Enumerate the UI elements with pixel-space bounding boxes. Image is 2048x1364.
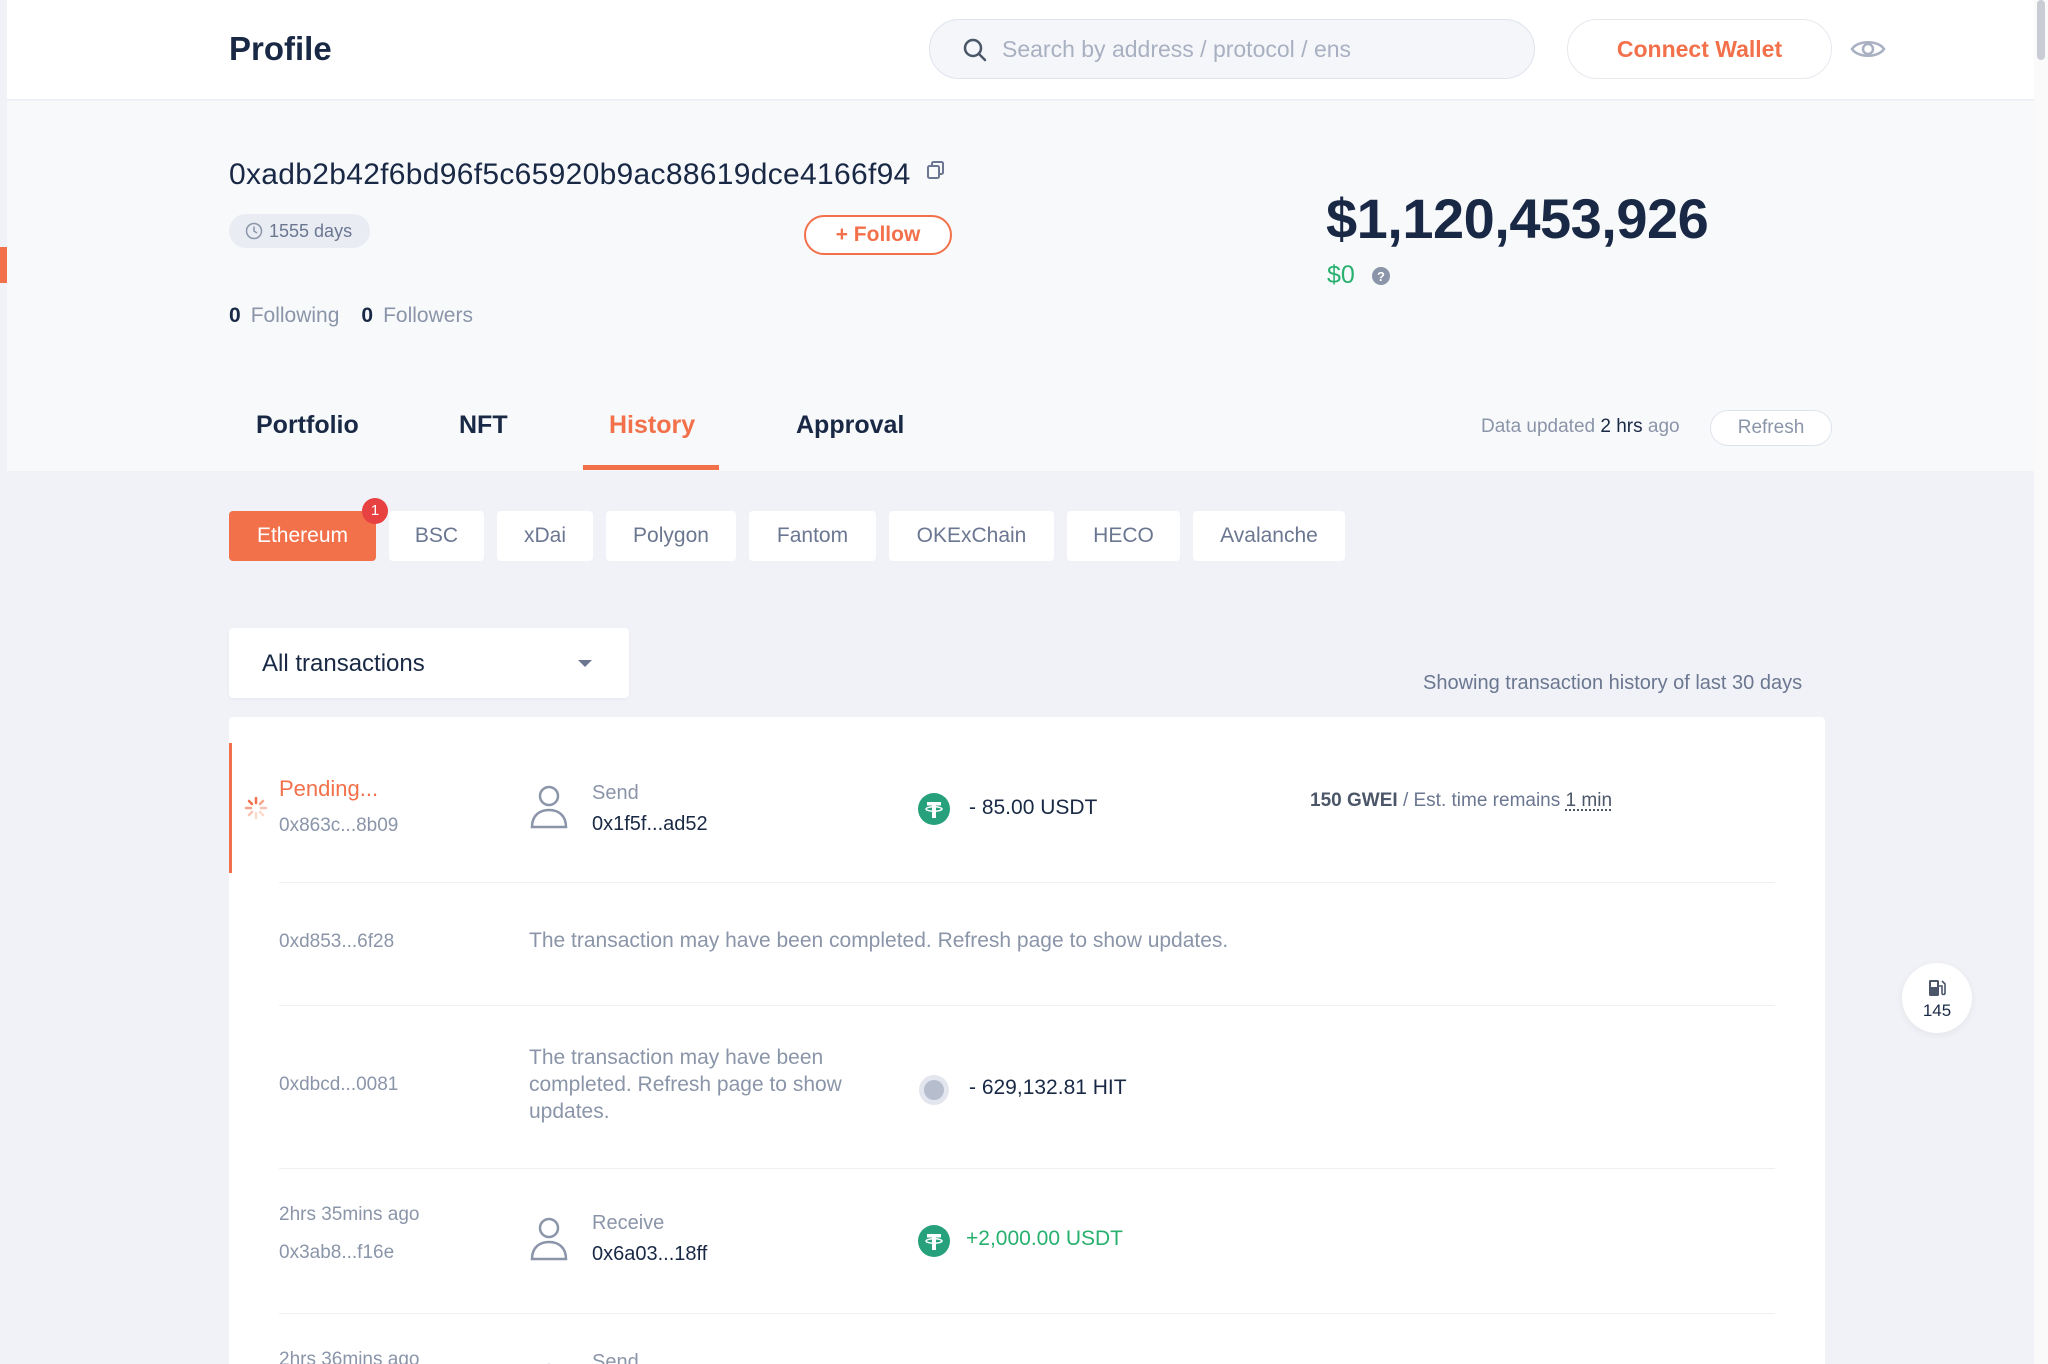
tab-history[interactable]: History bbox=[609, 411, 695, 440]
help-icon[interactable]: ? bbox=[1371, 266, 1391, 286]
pending-indicator bbox=[229, 743, 232, 873]
tx-type: Send bbox=[592, 1351, 639, 1364]
days-badge: 1555 days bbox=[229, 214, 371, 248]
history-range-note: Showing transaction history of last 30 d… bbox=[1423, 672, 1803, 694]
gas-pump-icon bbox=[1929, 980, 1946, 996]
transaction-list: Pending... 0x863c...8b09 Send 0x1f5f...a… bbox=[229, 717, 1825, 1364]
est-time-label: / Est. time remains bbox=[1402, 790, 1561, 811]
chain-bsc[interactable]: BSC bbox=[389, 511, 484, 561]
tx-time: 2hrs 35mins ago bbox=[279, 1204, 420, 1225]
tx-message-line: updates. bbox=[529, 1100, 610, 1123]
tx-time: 2hrs 36mins ago bbox=[279, 1349, 420, 1364]
tx-hash[interactable]: 0xd853...6f28 bbox=[279, 931, 394, 953]
chain-polygon[interactable]: Polygon bbox=[606, 511, 736, 561]
chain-fantom[interactable]: Fantom bbox=[749, 511, 876, 561]
notification-badge: 1 bbox=[362, 498, 388, 524]
tx-amount: - 629,132.81 HIT bbox=[969, 1076, 1127, 1099]
connect-wallet-button[interactable]: Connect Wallet bbox=[1567, 19, 1832, 79]
tx-hash[interactable]: 0x863c...8b09 bbox=[279, 815, 398, 837]
person-icon bbox=[530, 785, 568, 829]
search-icon bbox=[963, 38, 987, 62]
scrollbar[interactable] bbox=[2034, 0, 2048, 1364]
tx-message-line: completed. Refresh page to show bbox=[529, 1073, 842, 1096]
profile-section: 0xadb2b42f6bd96f5c65920b9ac88619dce4166f… bbox=[7, 101, 2034, 471]
side-accent bbox=[0, 247, 7, 283]
followers-label[interactable]: Followers bbox=[383, 304, 473, 327]
top-bar: Profile Connect Wallet bbox=[7, 0, 2034, 100]
person-icon bbox=[530, 1217, 568, 1261]
eye-icon[interactable] bbox=[1850, 36, 1886, 62]
gas-price-widget[interactable]: 145 bbox=[1902, 963, 1972, 1033]
table-row[interactable]: 0xd853...6f28 The transaction may have b… bbox=[229, 883, 1825, 1005]
tx-hash[interactable]: 0x3ab8...f16e bbox=[279, 1242, 394, 1264]
search-box[interactable] bbox=[929, 19, 1535, 79]
clock-icon bbox=[245, 222, 263, 240]
tx-message: The transaction may have been completed.… bbox=[529, 929, 1229, 952]
pending-status: Pending... bbox=[279, 776, 379, 801]
tx-amount: +2,000.00 USDT bbox=[966, 1227, 1124, 1250]
refresh-button[interactable]: Refresh bbox=[1710, 410, 1832, 446]
usdt-coin-icon bbox=[918, 1225, 950, 1257]
table-row[interactable]: 2hrs 36mins ago Send bbox=[229, 1314, 1825, 1364]
tx-counterparty[interactable]: 0x1f5f...ad52 bbox=[592, 813, 708, 836]
gas-price: 150 GWEI bbox=[1310, 790, 1398, 811]
search-input[interactable] bbox=[1002, 20, 1502, 78]
tx-counterparty[interactable]: 0x6a03...18ff bbox=[592, 1243, 707, 1266]
transaction-filter-dropdown[interactable]: All transactions bbox=[229, 628, 629, 698]
chain-ethereum[interactable]: Ethereum bbox=[229, 511, 376, 561]
spinner-icon bbox=[244, 796, 268, 820]
svg-text:?: ? bbox=[1377, 269, 1385, 284]
tx-type: Receive bbox=[592, 1212, 665, 1234]
tx-hash[interactable]: 0xdbcd...0081 bbox=[279, 1074, 398, 1096]
active-tab-indicator bbox=[583, 465, 719, 470]
chain-xdai[interactable]: xDai bbox=[497, 511, 593, 561]
tab-portfolio[interactable]: Portfolio bbox=[256, 411, 359, 440]
scrollbar-thumb[interactable] bbox=[2037, 0, 2045, 60]
usdt-coin-icon bbox=[918, 793, 950, 825]
data-updated-prefix: Data updated bbox=[1481, 416, 1596, 437]
est-time-value: 1 min bbox=[1565, 790, 1613, 811]
balance-change: $0 bbox=[1327, 261, 1355, 289]
tx-amount: - 85.00 USDT bbox=[969, 796, 1098, 819]
tx-message-line: The transaction may have been bbox=[529, 1046, 824, 1069]
table-row[interactable]: 0xdbcd...0081 The transaction may have b… bbox=[229, 1006, 1825, 1168]
token-coin-icon bbox=[919, 1075, 949, 1105]
total-balance: $1,120,453,926 bbox=[1326, 187, 1709, 250]
tab-nft[interactable]: NFT bbox=[459, 411, 508, 440]
table-row[interactable]: Pending... 0x863c...8b09 Send 0x1f5f...a… bbox=[229, 717, 1825, 882]
gas-estimate: 150 GWEI / Est. time remains 1 min bbox=[1310, 790, 1612, 812]
chain-okexchain[interactable]: OKExChain bbox=[889, 511, 1054, 561]
following-count: 0 bbox=[229, 304, 241, 327]
days-label: 1555 days bbox=[269, 221, 353, 241]
tab-approval[interactable]: Approval bbox=[796, 411, 904, 440]
copy-icon[interactable] bbox=[925, 159, 947, 181]
chevron-down-icon bbox=[578, 660, 592, 667]
follow-stats: 0 Following 0 Followers bbox=[229, 304, 473, 328]
tx-message: The transaction may have been completed.… bbox=[529, 1044, 842, 1125]
follow-button[interactable]: + Follow bbox=[804, 215, 952, 255]
chain-heco[interactable]: HECO bbox=[1067, 511, 1180, 561]
page-title: Profile bbox=[229, 30, 332, 67]
tx-type: Send bbox=[592, 782, 639, 804]
chain-avalanche[interactable]: Avalanche bbox=[1193, 511, 1345, 561]
table-row[interactable]: 2hrs 35mins ago 0x3ab8...f16e Receive 0x… bbox=[229, 1169, 1825, 1313]
following-label[interactable]: Following bbox=[251, 304, 340, 327]
data-updated-value: 2 hrs bbox=[1600, 416, 1643, 437]
data-updated-text: Data updated 2 hrs ago bbox=[1481, 416, 1680, 438]
followers-count: 0 bbox=[361, 304, 374, 327]
gas-price-count: 145 bbox=[1922, 1001, 1952, 1020]
wallet-address: 0xadb2b42f6bd96f5c65920b9ac88619dce4166f… bbox=[229, 158, 911, 191]
filter-selected-value: All transactions bbox=[262, 650, 425, 677]
data-updated-suffix: ago bbox=[1647, 416, 1680, 437]
